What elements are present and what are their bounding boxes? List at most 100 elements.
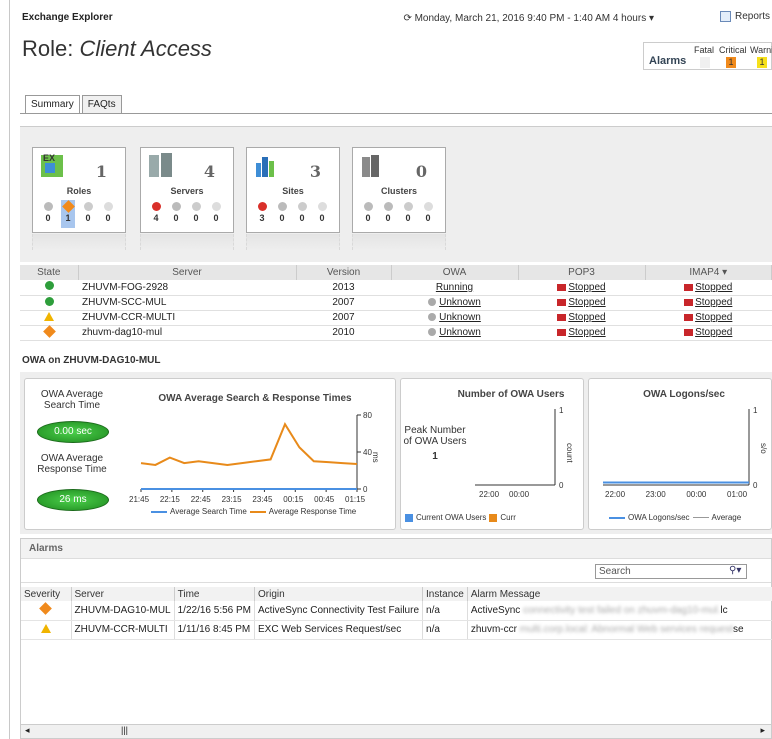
- y-axis-label: ms: [371, 452, 380, 463]
- fatal-icon: [151, 202, 161, 211]
- roles-card[interactable]: EX 1 Roles 0 1 0 0: [32, 147, 126, 233]
- server-name: ZHUVM-SCC-MUL: [78, 295, 296, 311]
- sites-warning[interactable]: 0: [295, 200, 309, 228]
- avg-response-label: OWA Average Response Time: [37, 453, 107, 475]
- stopped-icon: [557, 313, 567, 321]
- server-version: 2007: [296, 310, 391, 326]
- x-tick-label: 23:00: [646, 490, 667, 499]
- unknown-icon: [428, 313, 437, 322]
- alarm-server: ZHUVM-DAG10-MUL: [71, 601, 175, 621]
- owa-status-link[interactable]: Unknown: [439, 327, 481, 338]
- table-row[interactable]: ZHUVM-FOG-2928 2013 Running Stopped Stop…: [20, 280, 772, 296]
- col-owa[interactable]: OWA: [391, 265, 519, 280]
- clusters-label: Clusters: [380, 186, 417, 196]
- normal-icon: [317, 202, 327, 211]
- table-row[interactable]: ZHUVM-CCR-MULTI 1/11/16 8:45 PM EXC Web …: [21, 620, 772, 640]
- imap4-status-link[interactable]: Stopped: [695, 327, 732, 338]
- reports-button[interactable]: Reports: [719, 11, 770, 22]
- scroll-thumb[interactable]: |||: [121, 725, 128, 735]
- col-server[interactable]: Server: [78, 265, 297, 280]
- alarms-header: Alarms: [21, 539, 771, 559]
- servers-fatal[interactable]: 4: [149, 200, 163, 228]
- roles-warning[interactable]: 0: [81, 200, 95, 228]
- alarm-critical-count[interactable]: 1: [726, 57, 736, 68]
- alarm-summary[interactable]: Alarms Fatal Critical Warni 1 1: [643, 42, 772, 70]
- col-alarm-server[interactable]: Server: [71, 587, 175, 601]
- roles-fatal[interactable]: 0: [41, 200, 55, 228]
- tab-faqts[interactable]: FAQts: [81, 95, 122, 113]
- alarm-warning-count[interactable]: 1: [757, 57, 767, 68]
- x-tick-label: 22:00: [605, 490, 626, 499]
- pop3-status-link[interactable]: Stopped: [568, 327, 605, 338]
- alarm-search-input[interactable]: Search: [595, 564, 747, 579]
- pop3-status-link[interactable]: Stopped: [568, 312, 605, 323]
- servers-normal[interactable]: 0: [209, 200, 223, 228]
- owa-status-link[interactable]: Running: [436, 282, 473, 293]
- warning-icon: [403, 202, 413, 211]
- avg-search-label: OWA Average Search Time: [40, 389, 104, 411]
- app-title: Exchange Explorer: [22, 12, 113, 23]
- sites-normal[interactable]: 0: [315, 200, 329, 228]
- chart-title: OWA Logons/sec: [643, 389, 725, 400]
- scroll-left-icon[interactable]: ◂: [25, 725, 30, 736]
- alarm-fatal-count[interactable]: [700, 57, 710, 68]
- clusters-normal[interactable]: 0: [421, 200, 435, 228]
- clusters-critical[interactable]: 0: [381, 200, 395, 228]
- y-axis-label: count: [565, 443, 574, 463]
- page-title-label: Role:: [22, 36, 74, 61]
- servers-card[interactable]: 4 Servers 4 0 0 0: [140, 147, 234, 233]
- col-state[interactable]: State: [20, 265, 79, 280]
- ok-status-icon: [44, 296, 54, 306]
- roles-critical[interactable]: 1: [61, 200, 75, 228]
- date-range-selector[interactable]: ⟳ Monday, March 21, 2016 9:40 PM - 1:40 …: [403, 13, 654, 24]
- legend-label: Current OWA Users: [416, 513, 487, 522]
- imap4-status-link[interactable]: Stopped: [695, 297, 732, 308]
- alarm-message: zhuvm-ccr multi.corp.local: Abnormal Web…: [467, 620, 772, 640]
- table-row[interactable]: ZHUVM-SCC-MUL 2007 Unknown Stopped Stopp…: [20, 295, 772, 311]
- critical-severity-icon: [39, 602, 53, 616]
- reports-icon: [719, 11, 731, 22]
- clusters-warning[interactable]: 0: [401, 200, 415, 228]
- owa-status-link[interactable]: Unknown: [439, 297, 481, 308]
- imap4-status-link[interactable]: Stopped: [695, 312, 732, 323]
- servers-warning[interactable]: 0: [189, 200, 203, 228]
- col-time[interactable]: Time: [174, 587, 256, 601]
- col-origin[interactable]: Origin: [254, 587, 424, 601]
- x-tick-label: 22:15: [160, 495, 181, 504]
- roles-normal[interactable]: 0: [101, 200, 115, 228]
- table-row[interactable]: zhuvm-dag10-mul 2010 Unknown Stopped Sto…: [20, 324, 772, 341]
- clusters-card[interactable]: 0 Clusters 0 0 0 0: [352, 147, 446, 233]
- x-tick-label: 00:00: [686, 490, 707, 499]
- avg-response-value[interactable]: 26 ms: [37, 489, 109, 511]
- pop3-status-link[interactable]: Stopped: [568, 282, 605, 293]
- scroll-right-icon[interactable]: ▸: [760, 725, 765, 736]
- legend-swatch: [405, 513, 413, 522]
- col-alarm-message[interactable]: Alarm Message: [467, 587, 772, 601]
- sites-critical[interactable]: 0: [275, 200, 289, 228]
- chart-title: Number of OWA Users: [457, 389, 565, 400]
- servers-critical[interactable]: 0: [169, 200, 183, 228]
- y-tick-label: 1: [559, 406, 564, 415]
- x-tick-label: 23:15: [222, 495, 243, 504]
- y-tick-label: 0: [363, 485, 368, 494]
- stopped-icon: [684, 283, 694, 291]
- col-instance[interactable]: Instance: [422, 587, 468, 601]
- clusters-fatal[interactable]: 0: [361, 200, 375, 228]
- imap4-status-link[interactable]: Stopped: [695, 282, 732, 293]
- col-version[interactable]: Version: [296, 265, 392, 280]
- x-tick-label: 01:15: [345, 495, 366, 504]
- table-row[interactable]: ZHUVM-CCR-MULTI 2007 Unknown Stopped Sto…: [20, 310, 772, 326]
- fatal-icon: [257, 202, 267, 211]
- avg-search-value[interactable]: 0.00 sec: [37, 421, 109, 443]
- tab-summary[interactable]: Summary: [25, 95, 80, 113]
- col-severity[interactable]: Severity: [21, 587, 72, 601]
- col-imap4[interactable]: IMAP4 ▾: [645, 265, 772, 280]
- sites-fatal[interactable]: 3: [255, 200, 269, 228]
- table-row[interactable]: ZHUVM-DAG10-MUL 1/22/16 5:56 PM ActiveSy…: [21, 601, 772, 621]
- sites-card[interactable]: 3 Sites 3 0 0 0: [246, 147, 340, 233]
- pop3-status-link[interactable]: Stopped: [568, 297, 605, 308]
- horizontal-scrollbar[interactable]: ◂ ||| ▸: [21, 724, 771, 738]
- search-icon[interactable]: ⚲▾: [729, 565, 741, 576]
- owa-status-link[interactable]: Unknown: [439, 312, 481, 323]
- col-pop3[interactable]: POP3: [518, 265, 646, 280]
